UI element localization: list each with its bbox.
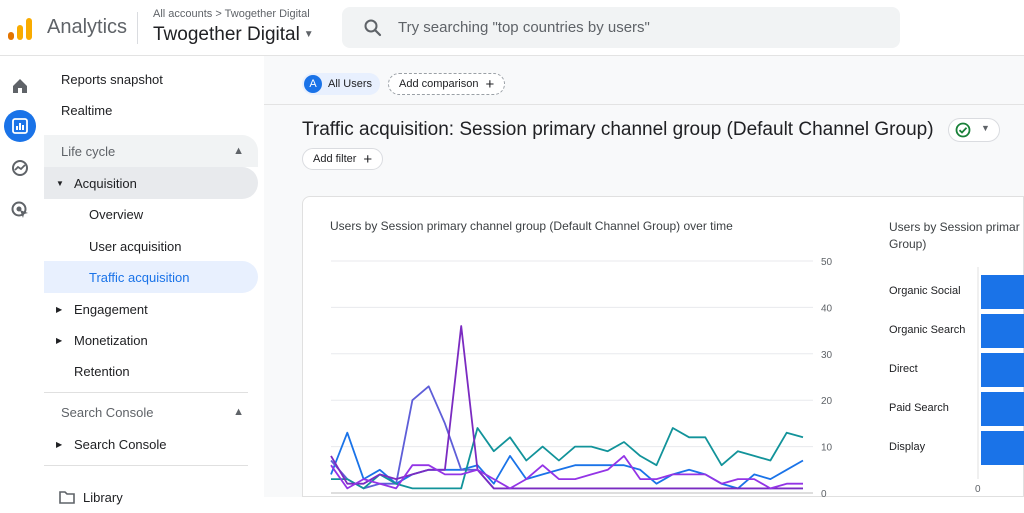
y-tick-label: 40 bbox=[821, 303, 833, 314]
nav-acquisition[interactable]: ▼ Acquisition bbox=[44, 167, 258, 199]
add-filter-button[interactable]: Add filter + bbox=[302, 148, 384, 170]
add-comparison-label: Add comparison bbox=[399, 78, 479, 90]
category-label: Organic Search bbox=[889, 324, 965, 336]
app-title: Analytics bbox=[47, 16, 128, 38]
add-filter-label: Add filter bbox=[313, 153, 357, 165]
rail-reports[interactable] bbox=[4, 110, 36, 142]
rail-explore[interactable] bbox=[4, 152, 36, 184]
category-label: Organic Social bbox=[889, 285, 961, 297]
nav-group-life-cycle[interactable]: Life cycle ▲ bbox=[44, 135, 258, 167]
nav-divider bbox=[44, 392, 248, 393]
advertising-icon bbox=[11, 201, 28, 218]
left-rail bbox=[0, 56, 40, 497]
account-selector[interactable]: Twogether Digital ▼ bbox=[153, 24, 314, 46]
top-bar: Analytics All accounts > Twogether Digit… bbox=[0, 0, 1024, 56]
plus-icon: + bbox=[485, 75, 495, 93]
check-circle-icon bbox=[955, 122, 971, 138]
line-chart[interactable]: 0 10 20 30 40 50 bbox=[303, 237, 843, 497]
x-tick-label: 0 bbox=[975, 484, 981, 495]
rail-home[interactable] bbox=[4, 70, 36, 102]
caret-down-icon: ▼ bbox=[981, 123, 990, 133]
bar-chart-title: Users by Session primar Group) bbox=[889, 220, 1020, 251]
search-icon bbox=[364, 19, 382, 37]
header-divider bbox=[137, 12, 138, 44]
search-console-group-label: Search Console bbox=[61, 404, 154, 420]
nav-retention[interactable]: Retention bbox=[74, 355, 130, 387]
y-tick-label: 30 bbox=[821, 350, 833, 361]
charts-card: Users by Session primary channel group (… bbox=[302, 196, 1024, 497]
nav-divider bbox=[44, 465, 248, 466]
toolbar-divider bbox=[264, 104, 1024, 105]
series-line bbox=[330, 454, 803, 490]
bar bbox=[981, 392, 1024, 426]
nav-monetization[interactable]: ▶ Monetization bbox=[44, 324, 148, 356]
category-label: Direct bbox=[889, 363, 918, 375]
y-tick-label: 20 bbox=[821, 396, 833, 407]
nav-user-acquisition[interactable]: User acquisition bbox=[89, 230, 182, 262]
analytics-logo[interactable] bbox=[8, 16, 32, 40]
y-tick-label: 0 bbox=[821, 489, 827, 497]
all-users-label: All Users bbox=[328, 78, 373, 90]
series-line bbox=[330, 385, 803, 490]
engagement-label: Engagement bbox=[74, 301, 148, 317]
search-box[interactable] bbox=[342, 7, 900, 48]
report-navigation: Reports snapshot Realtime Life cycle ▲ ▼ A… bbox=[42, 56, 264, 505]
life-cycle-label: Life cycle bbox=[61, 143, 116, 159]
series-line bbox=[330, 325, 803, 490]
folder-icon bbox=[59, 491, 75, 504]
rail-advertising[interactable] bbox=[4, 194, 36, 226]
monetization-label: Monetization bbox=[74, 332, 148, 348]
bar bbox=[981, 314, 1024, 348]
caret-right-icon: ▶ bbox=[56, 304, 63, 314]
home-icon bbox=[13, 79, 27, 93]
add-comparison-button[interactable]: Add comparison + bbox=[388, 73, 506, 95]
library-label: Library bbox=[83, 489, 123, 505]
chevron-up-icon: ▲ bbox=[233, 406, 244, 418]
y-tick-label: 10 bbox=[821, 443, 833, 454]
bar bbox=[981, 431, 1024, 465]
account-dropdown-icon: ▼ bbox=[303, 29, 314, 40]
report-main: A All Users Add comparison + Traffic acqui… bbox=[264, 56, 1024, 497]
caret-right-icon: ▶ bbox=[56, 439, 63, 449]
caret-right-icon: ▶ bbox=[56, 335, 63, 345]
nav-traffic-acquisition[interactable]: Traffic acquisition bbox=[44, 261, 258, 293]
search-input[interactable] bbox=[398, 15, 878, 39]
search-console-label: Search Console bbox=[74, 436, 167, 452]
explore-icon bbox=[12, 160, 28, 176]
breadcrumb[interactable]: All accounts > Twogether Digital bbox=[153, 8, 310, 20]
nav-group-search-console[interactable]: Search Console ▲ bbox=[44, 396, 258, 428]
line-chart-title: Users by Session primary channel group (… bbox=[330, 219, 733, 233]
caret-down-icon: ▼ bbox=[56, 178, 64, 188]
plus-icon: + bbox=[363, 150, 373, 168]
chevron-up-icon: ▲ bbox=[233, 145, 244, 157]
nav-reports-snapshot[interactable]: Reports snapshot bbox=[61, 63, 163, 95]
category-label: Paid Search bbox=[889, 402, 949, 414]
bar bbox=[981, 275, 1024, 309]
bar bbox=[981, 353, 1024, 387]
y-tick-label: 50 bbox=[821, 257, 833, 268]
report-title: Traffic acquisition: Session primary cha… bbox=[302, 119, 934, 140]
reports-icon bbox=[12, 118, 28, 134]
nav-overview[interactable]: Overview bbox=[89, 198, 143, 230]
nav-search-console[interactable]: ▶ Search Console bbox=[44, 428, 167, 460]
account-name: Twogether Digital bbox=[153, 24, 300, 45]
nav-library[interactable]: Library bbox=[59, 481, 123, 513]
segment-avatar: A bbox=[304, 75, 322, 93]
acquisition-label: Acquisition bbox=[74, 175, 137, 191]
nav-realtime[interactable]: Realtime bbox=[61, 94, 112, 126]
nav-engagement[interactable]: ▶ Engagement bbox=[44, 293, 148, 325]
all-users-chip[interactable]: A All Users bbox=[302, 73, 381, 95]
category-label: Display bbox=[889, 441, 926, 453]
bar-chart[interactable]: Organic Social Organic Search Direct Paid S… bbox=[885, 267, 1024, 497]
report-status-menu[interactable]: ▼ bbox=[948, 118, 1000, 142]
